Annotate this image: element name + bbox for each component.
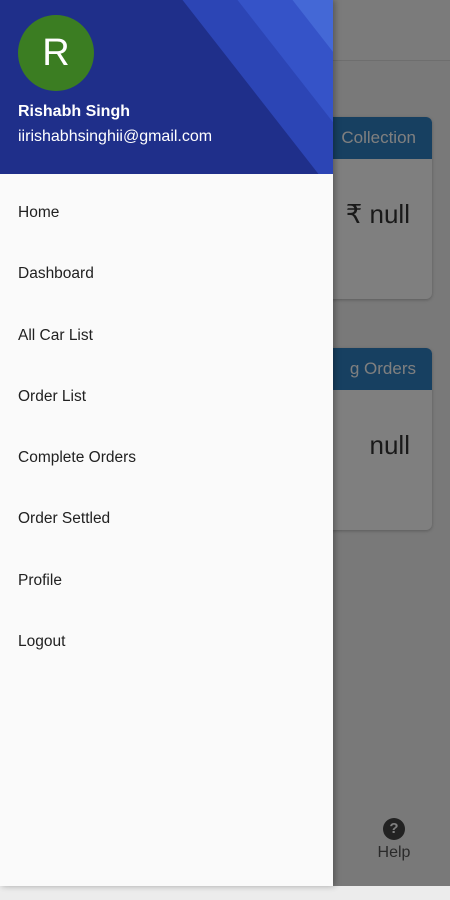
menu-item-order-list[interactable]: Order List bbox=[0, 366, 333, 427]
menu-item-dashboard[interactable]: Dashboard bbox=[0, 243, 333, 304]
menu-item-order-settled[interactable]: Order Settled bbox=[0, 488, 333, 549]
menu-item-all-car-list[interactable]: All Car List bbox=[0, 305, 333, 366]
user-name: Rishabh Singh bbox=[18, 103, 130, 120]
menu-item-logout[interactable]: Logout bbox=[0, 611, 333, 672]
menu-item-profile[interactable]: Profile bbox=[0, 550, 333, 611]
drawer-header: R Rishabh Singh iirishabhsinghii@gmail.c… bbox=[0, 0, 333, 174]
drawer-menu: Home Dashboard All Car List Order List C… bbox=[0, 182, 333, 672]
menu-item-home[interactable]: Home bbox=[0, 182, 333, 243]
user-email: iirishabhsinghii@gmail.com bbox=[18, 128, 213, 145]
system-nav-bar bbox=[0, 886, 450, 900]
navigation-drawer: R Rishabh Singh iirishabhsinghii@gmail.c… bbox=[0, 0, 333, 886]
menu-item-complete-orders[interactable]: Complete Orders bbox=[0, 427, 333, 488]
avatar[interactable]: R bbox=[18, 15, 94, 91]
